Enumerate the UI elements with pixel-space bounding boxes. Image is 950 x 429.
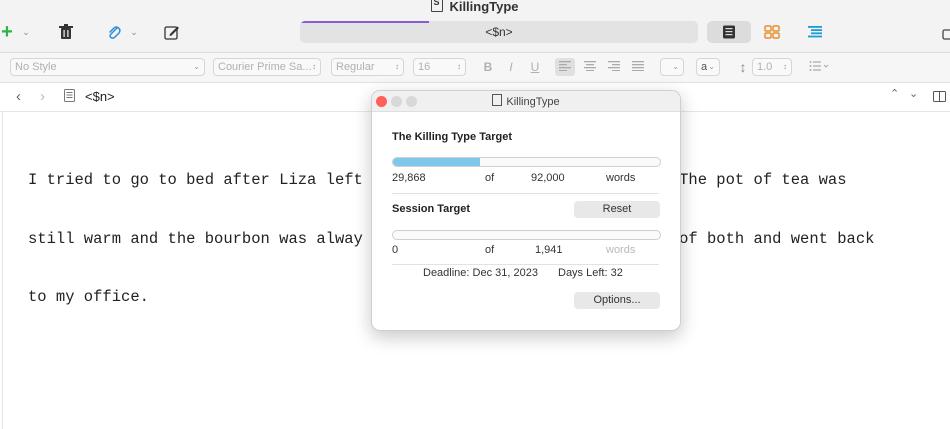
highlight-color-select[interactable]: ⌄: [660, 58, 684, 76]
scrivener-document-icon: [431, 0, 444, 12]
back-chevron-icon[interactable]: ‹: [16, 88, 21, 105]
outliner-view-button[interactable]: [793, 21, 837, 43]
edit-note-icon: [164, 26, 179, 40]
days-left-label: Days Left: 32: [558, 267, 623, 279]
italic-button[interactable]: I: [501, 58, 521, 76]
font-weight-select[interactable]: Regular ↕: [331, 58, 404, 76]
session-unit-label[interactable]: words: [606, 244, 635, 256]
chevron-down-icon: ⌄: [708, 62, 715, 71]
panel-title-bar: KillingType: [372, 91, 680, 112]
document-title: <$n>: [85, 89, 115, 104]
paragraph-style-select[interactable]: No Style ⌄: [10, 58, 205, 76]
options-button[interactable]: Options...: [574, 292, 660, 309]
align-center-icon: [584, 61, 596, 71]
align-right-button[interactable]: [604, 58, 624, 76]
text-color-select[interactable]: a ⌄: [696, 58, 720, 76]
updown-chevron-icon: ↕: [457, 62, 461, 71]
next-document-chevron-icon[interactable]: ⌄: [909, 87, 918, 100]
project-targets-panel: KillingType The Killing Type Target 29,8…: [371, 90, 681, 331]
reset-button[interactable]: Reset: [574, 201, 660, 218]
binder-title-label: <$n>: [485, 25, 513, 39]
single-document-view-button[interactable]: [707, 21, 751, 43]
outliner-icon: [808, 26, 822, 38]
session-of-label: of: [485, 244, 495, 256]
list-style-button[interactable]: [806, 58, 832, 76]
underline-button[interactable]: U: [525, 58, 545, 76]
corkboard-view-button[interactable]: [750, 21, 794, 43]
add-button[interactable]: +: [0, 20, 14, 44]
updown-chevron-icon: ↕: [312, 62, 316, 71]
line-spacing-icon: ↕: [739, 59, 747, 75]
chevron-down-icon: ⌄: [672, 62, 679, 71]
section-divider: [392, 264, 659, 265]
session-target-progress-bar: [392, 230, 661, 240]
session-target-heading: Session Target: [392, 203, 471, 215]
window-toolbar: KillingType + ⌄ ⌄ <$n>: [0, 0, 950, 53]
document-progress-line: [300, 21, 429, 23]
window-title: KillingType: [0, 0, 950, 14]
corkboard-icon: [764, 25, 780, 39]
align-right-icon: [608, 61, 620, 71]
trash-button[interactable]: [56, 20, 76, 44]
align-left-button[interactable]: [555, 58, 575, 76]
forward-chevron-icon[interactable]: ›: [40, 88, 45, 105]
align-center-button[interactable]: [580, 58, 600, 76]
bullet-list-icon: [809, 61, 829, 71]
chevron-down-icon: ⌄: [193, 62, 200, 71]
attachment-menu-chevron-icon[interactable]: ⌄: [128, 20, 140, 44]
split-editor-icon[interactable]: [933, 90, 946, 105]
add-menu-chevron-icon[interactable]: ⌄: [20, 20, 32, 44]
plus-icon: +: [1, 20, 13, 43]
bold-button[interactable]: B: [478, 58, 498, 76]
section-divider: [392, 193, 659, 194]
compose-button[interactable]: [162, 20, 182, 44]
project-of-label: of: [485, 172, 495, 184]
project-target-words[interactable]: 92,000: [531, 172, 565, 184]
format-bar: No Style ⌄ Courier Prime Sa... ↕ Regular ↕ …: [0, 53, 950, 83]
updown-chevron-icon: ↕: [783, 62, 787, 71]
document-view-icon: [723, 25, 735, 39]
font-family-select[interactable]: Courier Prime Sa... ↕: [213, 58, 321, 76]
font-size-select[interactable]: 16 ↕: [413, 58, 466, 76]
updown-chevron-icon: ↕: [395, 62, 399, 71]
paperclip-icon: [109, 26, 121, 39]
deadline-label: Deadline: Dec 31, 2023: [423, 267, 538, 279]
panel-title: KillingType: [372, 94, 680, 108]
project-target-heading: The Killing Type Target: [392, 131, 512, 143]
project-progress-fill: [393, 158, 480, 166]
trash-icon: [59, 24, 73, 39]
share-button[interactable]: [940, 20, 950, 44]
align-justify-button[interactable]: [628, 58, 648, 76]
attachment-button[interactable]: [104, 20, 124, 44]
project-unit-label[interactable]: words: [606, 172, 635, 184]
project-current-words: 29,868: [392, 172, 426, 184]
line-spacing-select[interactable]: 1.0 ↕: [752, 58, 792, 76]
project-target-progress-bar: [392, 157, 661, 167]
scrivener-document-icon: [492, 94, 503, 106]
session-current-words: 0: [392, 244, 399, 256]
binder-title-field[interactable]: <$n>: [300, 21, 698, 43]
editor-left-border: [2, 112, 3, 429]
align-left-icon: [559, 61, 571, 71]
session-target-words[interactable]: 1,941: [535, 244, 563, 256]
align-justify-icon: [632, 61, 644, 71]
previous-document-chevron-icon[interactable]: ⌃: [890, 87, 899, 100]
document-icon: [64, 89, 75, 105]
share-icon: [942, 29, 950, 40]
